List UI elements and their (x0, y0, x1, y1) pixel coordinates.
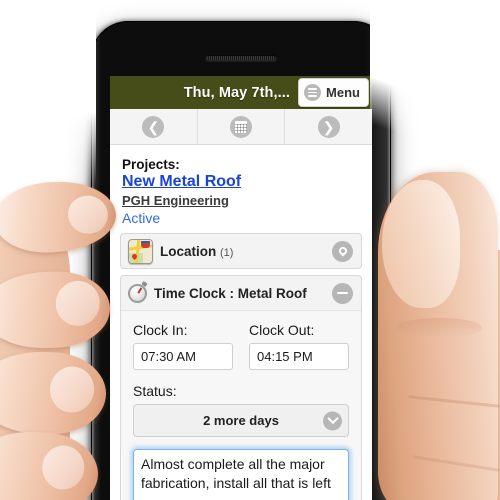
status-select-value: 2 more days (203, 413, 279, 428)
clock-fields-row: Clock In: Clock Out: (133, 322, 349, 370)
time-clock-panel-body: Clock In: Clock Out: Status: 2 mo (121, 310, 361, 500)
screen-content: Projects: New Metal Roof PGH Engineering… (110, 145, 372, 500)
fingernail (46, 363, 98, 416)
navigation-bar: ❮ ❯ (110, 109, 372, 145)
clock-in-label: Clock In: (133, 322, 188, 338)
location-panel-header[interactable]: Location (1) (121, 234, 361, 268)
time-clock-panel-header[interactable]: Time Clock : Metal Roof (121, 276, 361, 310)
status-label: Status: (133, 383, 177, 399)
previous-day-button[interactable]: ❮ (110, 109, 197, 144)
map-icon (128, 238, 153, 264)
location-panel-title: Location (1) (160, 244, 325, 259)
date-title: Thu, May 7th,... (183, 84, 291, 101)
earpiece-speaker-icon (205, 55, 277, 61)
menu-button[interactable]: Menu (298, 78, 369, 107)
smartphone-device: Thu, May 7th,... Menu ❮ ❯ Projects: New … (92, 22, 390, 500)
right-palm (430, 250, 500, 500)
time-clock-panel-title: Time Clock : Metal Roof (154, 285, 307, 301)
status-select[interactable]: 2 more days (133, 404, 349, 437)
fingernail (39, 443, 87, 492)
app-title-bar: Thu, May 7th,... Menu (110, 76, 372, 109)
status-field-group: Status: 2 more days (133, 383, 349, 437)
location-label: Location (160, 243, 217, 259)
chevron-down-icon (323, 411, 342, 430)
left-fade-overlay (0, 0, 96, 330)
clock-out-label: Clock Out: (249, 322, 315, 338)
left-palm (0, 210, 70, 500)
chevron-right-icon: ❯ (317, 115, 340, 138)
time-clock-panel: Time Clock : Metal Roof Clock In: Clock … (120, 275, 362, 500)
clock-in-field-group: Clock In: (133, 322, 233, 370)
hamburger-icon (304, 84, 322, 101)
clock-out-input[interactable] (249, 343, 349, 370)
next-day-button[interactable]: ❯ (284, 109, 372, 144)
clock-in-input[interactable] (133, 343, 233, 370)
thumb (378, 172, 500, 500)
chevron-left-icon: ❮ (142, 115, 165, 138)
projects-label: Projects: (122, 157, 180, 172)
finger-pinky (0, 428, 101, 500)
phone-screen: Thu, May 7th,... Menu ❮ ❯ Projects: New … (110, 76, 372, 500)
notes-textarea[interactable] (133, 449, 349, 500)
location-count: (1) (220, 246, 234, 259)
project-company-link[interactable]: PGH Engineering (122, 193, 229, 208)
project-name-link[interactable]: New Metal Roof (122, 173, 241, 191)
finger-ring (0, 350, 107, 436)
minus-circle-icon[interactable] (332, 282, 353, 304)
menu-button-label: Menu (326, 85, 360, 100)
scene: Thu, May 7th,... Menu ❮ ❯ Projects: New … (0, 0, 500, 500)
location-panel: Location (1) (120, 233, 362, 269)
calendar-button[interactable] (196, 109, 285, 144)
clock-out-field-group: Clock Out: (249, 322, 349, 370)
stopwatch-icon (128, 280, 148, 303)
calendar-icon (230, 115, 252, 138)
location-pin-icon[interactable] (332, 240, 353, 262)
project-status-link[interactable]: Active (122, 210, 160, 226)
